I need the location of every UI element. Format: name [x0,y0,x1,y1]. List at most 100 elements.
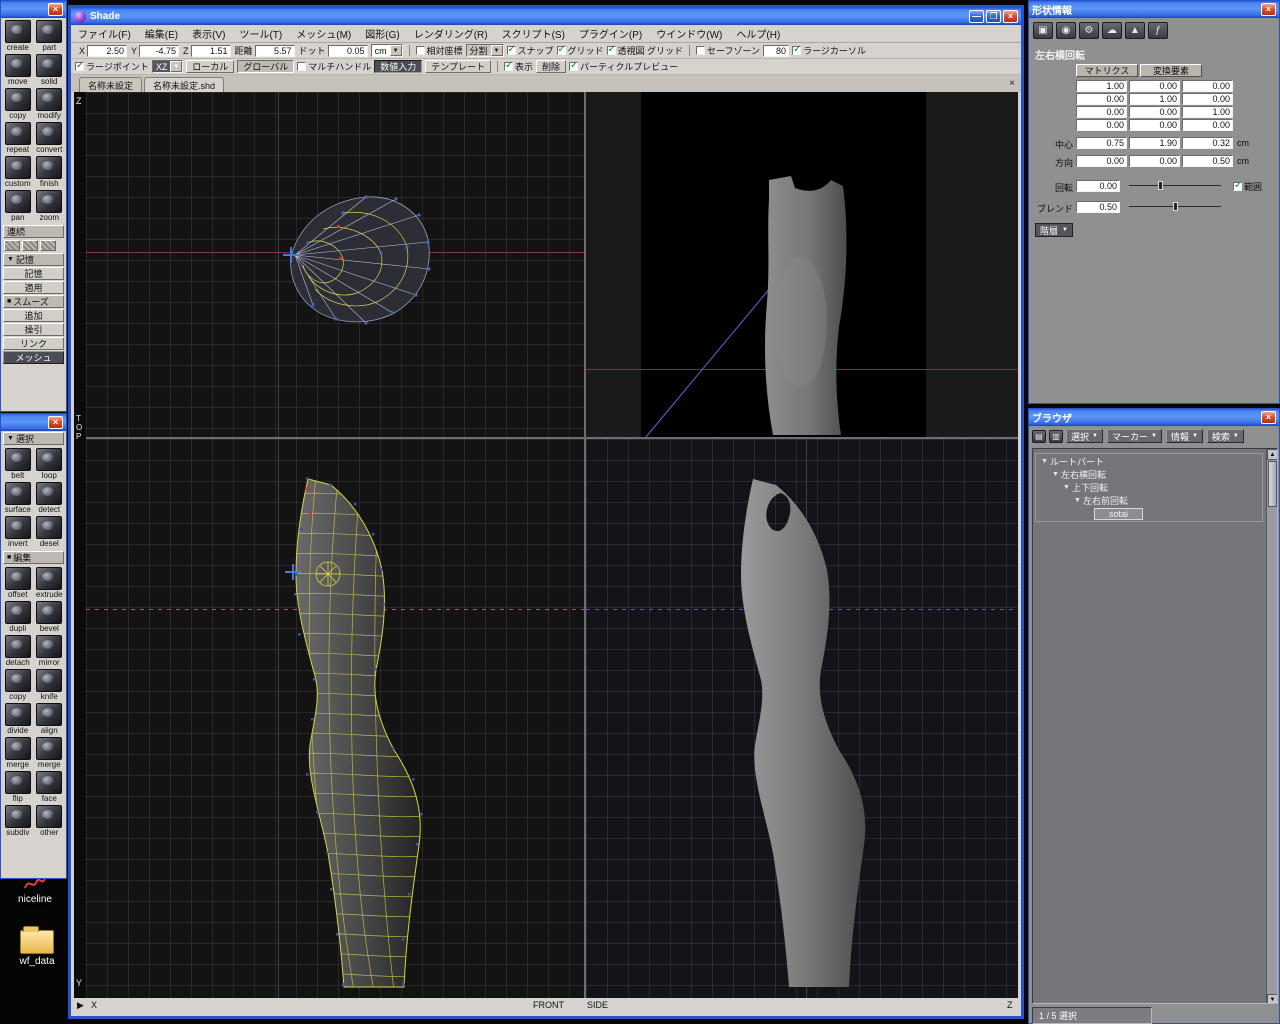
palette-tool-button[interactable]: part [34,19,66,53]
palette-tool-button[interactable]: convert [34,121,66,155]
palette-tool-button[interactable]: detach [2,634,34,668]
palette-tool-button[interactable]: extrude [34,566,66,600]
list-view-icon[interactable]: ▤ [1032,429,1046,443]
close-button[interactable]: × [1003,10,1018,23]
safezone-checkbox[interactable]: セーフゾーン [696,44,760,57]
large-point-checkbox[interactable]: ラージポイント [75,60,149,73]
palette-tool-button[interactable]: detect [34,481,66,515]
tree-scrollbar[interactable]: ▲ ▼ [1266,449,1277,1003]
rotation-slider[interactable] [1129,180,1221,191]
palette-tool-button[interactable]: finish [34,155,66,189]
palette-tool-button[interactable]: create [2,19,34,53]
palette-tool-button[interactable]: copy [2,668,34,702]
palette-tool-button[interactable]: flip [2,770,34,804]
tree-expand-arrow[interactable]: ▼ [1052,471,1061,478]
matrix-cell-input[interactable] [1182,80,1233,92]
multi-handle-checkbox[interactable]: マルチハンドル [297,60,371,73]
palette-tool-button[interactable]: repeat [2,121,34,155]
smooth-header[interactable]: ■ スムーズ [3,295,64,308]
viewport-front-view[interactable] [86,439,584,998]
document-tab[interactable]: 名称未設定 [79,77,143,92]
palette-tool-button[interactable]: merge [2,736,34,770]
memory-header[interactable]: ▼ 記憶 [3,253,64,266]
palette-tool-button[interactable]: desel [34,515,66,549]
saucer-button[interactable]: 操引 [3,323,64,336]
menu-item[interactable]: メッシュ(M) [289,26,358,41]
select-header[interactable]: ▼ 選択 [3,432,64,445]
browser-dropdown[interactable]: マーカー ▼ [1106,429,1162,443]
browser-dropdown[interactable]: 情報 ▼ [1165,429,1203,443]
palette-tool-button[interactable]: dupli [2,600,34,634]
browser-dropdown[interactable]: 選択 ▼ [1066,429,1103,443]
menu-item[interactable]: 表示(V) [185,26,232,41]
matrix-cell-input[interactable] [1129,80,1180,92]
mesh-button[interactable]: メッシュ [3,351,64,364]
palette-tool-button[interactable]: other [34,804,66,838]
matrix-cell-input[interactable] [1129,93,1180,105]
safezone-value-input[interactable] [763,44,790,57]
palette-tool-button[interactable]: subdiv [2,804,34,838]
matrix-cell-input[interactable] [1076,80,1127,92]
function-icon[interactable]: ƒ [1148,22,1168,39]
coordinate-input[interactable] [190,44,231,57]
scroll-down-icon[interactable]: ▼ [1267,994,1277,1003]
local-button[interactable]: ローカル [186,60,235,73]
matrix-cell-input[interactable] [1182,106,1233,118]
menu-item[interactable]: ヘルプ(H) [729,26,787,41]
gear-icon[interactable]: ⚙ [1079,22,1099,39]
add-button[interactable]: 追加 [3,309,64,322]
continuous-header[interactable]: 連続 [3,225,64,238]
browser-tree-item[interactable]: ▼ sotai [1037,507,1261,520]
range-checkbox[interactable]: 範囲 [1233,180,1262,193]
unit-dropdown[interactable]: cm ▼ [370,44,403,57]
direction-x-input[interactable] [1076,155,1127,167]
palette-tool-button[interactable]: mirror [34,634,66,668]
matrix-cell-input[interactable] [1129,119,1180,131]
grid-checkbox[interactable]: グリッド [556,44,604,57]
palette-tool-button[interactable]: modify [34,87,66,121]
matrix-cell-input[interactable] [1076,119,1127,131]
desktop-icon-wfdata[interactable]: wf_data [8,926,66,967]
hierarchy-dropdown[interactable]: 階層 ▼ [1035,223,1073,237]
minimize-button[interactable]: — [969,10,984,23]
browser-tree-item[interactable]: ▼ 左右前回転 [1037,494,1261,507]
palette-tool-button[interactable]: divide [2,702,34,736]
column-view-icon[interactable]: ▥ [1049,429,1063,443]
palette-tool-button[interactable]: face [34,770,66,804]
tree-expand-arrow[interactable]: ▼ [1041,458,1050,465]
export-icon[interactable]: ▲ [1125,22,1145,39]
palette-tool-button[interactable]: offset [2,566,34,600]
center-x-input[interactable] [1076,137,1127,149]
browser-dropdown[interactable]: 検索 ▼ [1206,429,1244,443]
palette-tool-button[interactable]: knife [34,668,66,702]
menu-item[interactable]: 図形(G) [358,26,406,41]
browser-tree-item[interactable]: ▼ 上下回転 [1037,481,1261,494]
model-shaded-side[interactable] [731,475,881,991]
browser-close-button[interactable]: × [1261,411,1276,424]
palette-tool-button[interactable]: pan [2,189,34,223]
edit-header[interactable]: ■ 編集 [3,551,64,564]
palette-tool-button[interactable]: belt [2,447,34,481]
camera-icon[interactable]: ◉ [1056,22,1076,39]
apply-button[interactable]: 適用 [3,281,64,294]
delete-button[interactable]: 削除 [536,60,567,73]
browser-tree-item[interactable]: ▼ 左右横回転 [1037,468,1261,481]
palette-tool-button[interactable]: merge [34,736,66,770]
pattern-toggle-icon[interactable] [22,240,38,251]
large-cursor-checkbox[interactable]: ラージカーソル [792,44,866,57]
plane-dropdown[interactable]: XZ ▼ [151,60,184,73]
shape-info-titlebar[interactable]: 形状情報 × [1029,1,1279,18]
menu-item[interactable]: 編集(E) [138,26,185,41]
viewport-perspective[interactable] [586,92,1018,437]
global-button[interactable]: グローバル [237,60,295,73]
link-button[interactable]: リンク [3,337,64,350]
numeric-input-button[interactable]: 数値入力 [374,60,423,73]
menu-item[interactable]: スクリプト(S) [495,26,572,41]
tab-close-icon[interactable]: × [1009,78,1015,89]
manipulator-cross[interactable] [292,564,294,580]
cloud-icon[interactable]: ☁ [1102,22,1122,39]
palette1-titlebar[interactable]: × [1,1,66,18]
palette-tool-button[interactable]: copy [2,87,34,121]
memory-button[interactable]: 記憶 [3,267,64,280]
coordinate-input[interactable] [139,44,180,57]
